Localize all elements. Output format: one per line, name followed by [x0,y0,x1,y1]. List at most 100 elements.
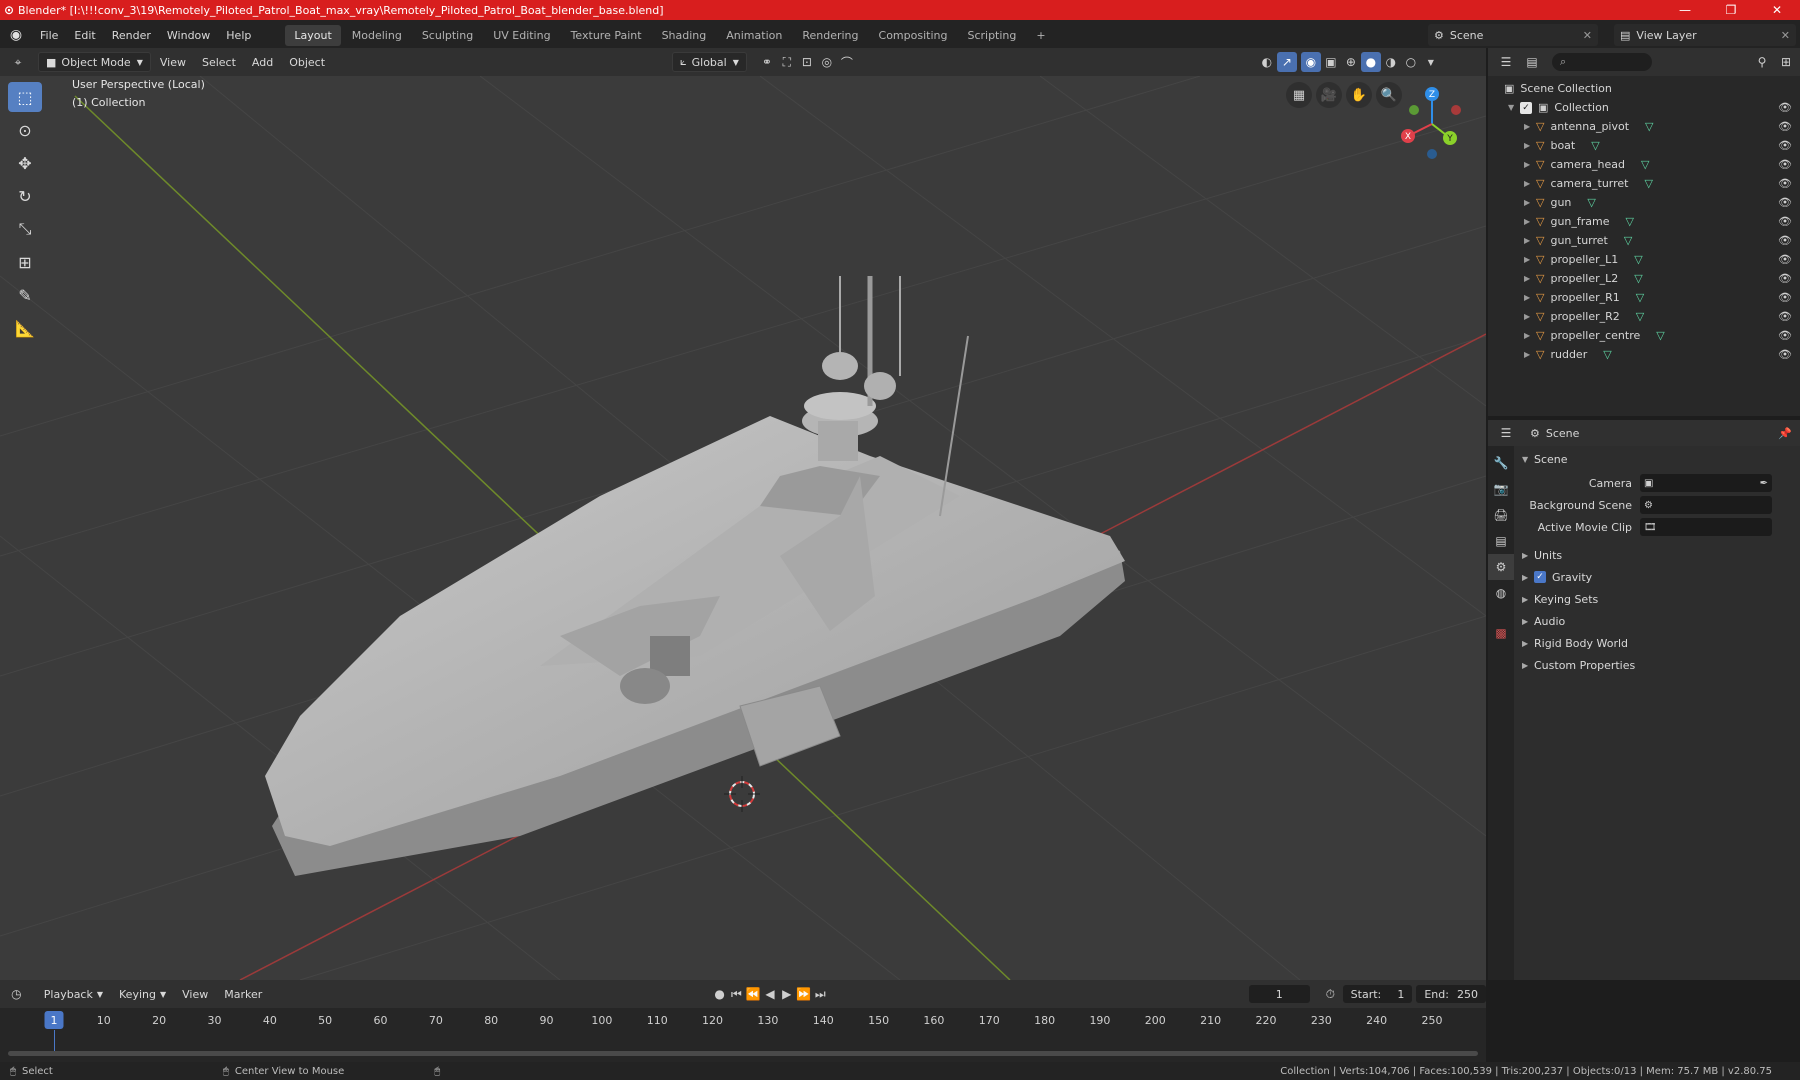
close-icon[interactable]: ✕ [1781,29,1790,42]
mesh-data-icon[interactable]: ▽ [1636,291,1644,304]
render-props-icon[interactable]: 📷 [1488,476,1514,502]
mesh-data-icon[interactable]: ▽ [1591,139,1599,152]
eyedropper-icon[interactable]: ✒ [1760,478,1768,489]
mesh-data-icon[interactable]: ▽ [1644,177,1652,190]
menu-help[interactable]: Help [218,29,259,42]
move-tool-icon[interactable]: ✥ [8,148,42,178]
tab-layout[interactable]: Layout [285,24,341,46]
jump-end-icon[interactable]: ⏭ [812,984,829,1004]
menu-edit[interactable]: Edit [66,29,103,42]
end-frame-field[interactable]: End: 250 [1416,985,1486,1003]
mesh-data-icon[interactable]: ▽ [1634,253,1642,266]
play-reverse-icon[interactable]: ◀ [762,984,779,1004]
eye-icon[interactable]: 👁 [1778,139,1792,152]
timeline-area[interactable]: 1 10 20 30 40 50 60 70 80 90 100 110 120 130 140 150 160… [0,1008,1486,1062]
next-keyframe-icon[interactable]: ⏩ [795,984,812,1004]
outliner-collection[interactable]: ▼ ✓ ▣ Collection 👁 [1488,98,1800,117]
audio-section[interactable]: ▶ Audio [1514,610,1800,632]
outliner-object-row[interactable]: ▶ ▽ gun_frame ▽ 👁 [1488,212,1800,231]
menu-window[interactable]: Window [159,29,218,42]
eye-icon[interactable]: 👁 [1778,329,1792,342]
stopwatch-icon[interactable]: ⏱ [1322,984,1339,1004]
blender-menu-icon[interactable]: ◉ [0,27,32,43]
eye-icon[interactable]: 👁 [1778,120,1792,133]
expand-arrow-icon[interactable]: ▶ [1524,293,1536,302]
orientation-dropdown[interactable]: ⟀ Global ▼ [672,52,747,72]
close-icon[interactable]: ✕ [1583,29,1592,42]
rigid-body-world-section[interactable]: ▶ Rigid Body World [1514,632,1800,654]
eye-icon[interactable]: 👁 [1778,177,1792,190]
snap-target-icon[interactable]: ⊡ [797,52,817,72]
expand-arrow-icon[interactable]: ▶ [1524,198,1536,207]
mesh-data-icon[interactable]: ▽ [1603,348,1611,361]
outliner-object-row[interactable]: ▶ ▽ propeller_R2 ▽ 👁 [1488,307,1800,326]
tab-compositing[interactable]: Compositing [870,25,957,46]
shading-options-icon[interactable]: ▼ [1421,52,1441,72]
eye-icon[interactable]: 👁 [1778,310,1792,323]
measure-tool-icon[interactable]: 📐 [8,313,42,343]
eye-icon[interactable]: 👁 [1778,272,1792,285]
outliner-search-input[interactable]: ⌕ [1552,53,1652,71]
eye-icon[interactable]: 👁 [1778,215,1792,228]
camera-field[interactable]: ▣ ✒ [1640,474,1772,492]
texture-props-icon[interactable]: ▩ [1488,620,1514,646]
prev-keyframe-icon[interactable]: ⏪ [745,984,762,1004]
eye-icon[interactable]: 👁 [1778,234,1792,247]
expand-arrow-icon[interactable]: ▼ [1508,103,1520,112]
units-section[interactable]: ▶ Units [1514,544,1800,566]
pin-icon[interactable]: 📌 [1778,427,1792,440]
custom-properties-section[interactable]: ▶ Custom Properties [1514,654,1800,676]
outliner-object-row[interactable]: ▶ ▽ propeller_centre ▽ 👁 [1488,326,1800,345]
expand-arrow-icon[interactable]: ▶ [1524,122,1536,131]
scale-tool-icon[interactable]: ⤡ [8,214,42,244]
proportional-edit-icon[interactable]: ◎ [817,52,837,72]
timeline-scrollbar[interactable] [8,1051,1478,1056]
eye-icon[interactable]: 👁 [1778,253,1792,266]
jump-start-icon[interactable]: ⏮ [728,984,745,1004]
outliner-scene-collection[interactable]: ▣ Scene Collection [1488,79,1800,98]
minimize-button[interactable]: — [1662,0,1708,20]
menu-keying[interactable]: Keying ▼ [112,984,173,1004]
outliner-object-row[interactable]: ▶ ▽ propeller_L1 ▽ 👁 [1488,250,1800,269]
cursor-tool-icon[interactable]: ⊙ [8,115,42,145]
pan-hand-icon[interactable]: ✋ [1346,82,1372,108]
material-shading-icon[interactable]: ◑ [1381,52,1401,72]
tab-scripting[interactable]: Scripting [958,25,1025,46]
eye-icon[interactable]: 👁 [1778,348,1792,361]
grid-view-icon[interactable]: ▦ [1286,82,1312,108]
close-button[interactable]: ✕ [1754,0,1800,20]
wireframe-shading-icon[interactable]: ⊕ [1341,52,1361,72]
current-frame-field[interactable]: 1 [1248,985,1310,1003]
zoom-icon[interactable]: 🔍 [1376,82,1402,108]
eye-icon[interactable]: 👁 [1778,101,1792,114]
expand-arrow-icon[interactable]: ▶ [1524,179,1536,188]
editor-type-icon[interactable]: ⌖ [8,52,28,72]
expand-arrow-icon[interactable]: ▶ [1524,141,1536,150]
collection-checkbox[interactable]: ✓ [1520,101,1532,114]
camera-view-icon[interactable]: 🎥 [1316,82,1342,108]
mode-dropdown[interactable]: ■ Object Mode ▼ [38,52,151,72]
menu-view[interactable]: View [153,52,193,72]
mesh-data-icon[interactable]: ▽ [1634,272,1642,285]
view-layer-selector[interactable]: ▤ View Layer ✕ [1614,24,1796,46]
timeline-editor-icon[interactable]: ◷ [8,984,25,1004]
scene-props-tab-icon[interactable]: ⚙ [1488,554,1514,580]
outliner-object-row[interactable]: ▶ ▽ propeller_R1 ▽ 👁 [1488,288,1800,307]
menu-render[interactable]: Render [104,29,159,42]
rotate-tool-icon[interactable]: ↻ [8,181,42,211]
select-box-tool-icon[interactable]: ⬚ [8,82,42,112]
tab-texture-paint[interactable]: Texture Paint [562,25,651,46]
outliner-object-row[interactable]: ▶ ▽ camera_head ▽ 👁 [1488,155,1800,174]
tool-props-icon[interactable]: 🔧 [1488,450,1514,476]
world-props-icon[interactable]: ◍ [1488,580,1514,606]
menu-object[interactable]: Object [282,52,332,72]
falloff-icon[interactable]: ⌒ [837,52,857,72]
expand-arrow-icon[interactable]: ▶ [1524,217,1536,226]
eye-icon[interactable]: 👁 [1778,196,1792,209]
rendered-shading-icon[interactable]: ○ [1401,52,1421,72]
xray-icon[interactable]: ▣ [1321,52,1341,72]
outliner-object-row[interactable]: ▶ ▽ propeller_L2 ▽ 👁 [1488,269,1800,288]
properties-editor-icon[interactable]: ☰ [1496,423,1516,443]
menu-add[interactable]: Add [245,52,280,72]
solid-shading-icon[interactable]: ● [1360,52,1381,72]
